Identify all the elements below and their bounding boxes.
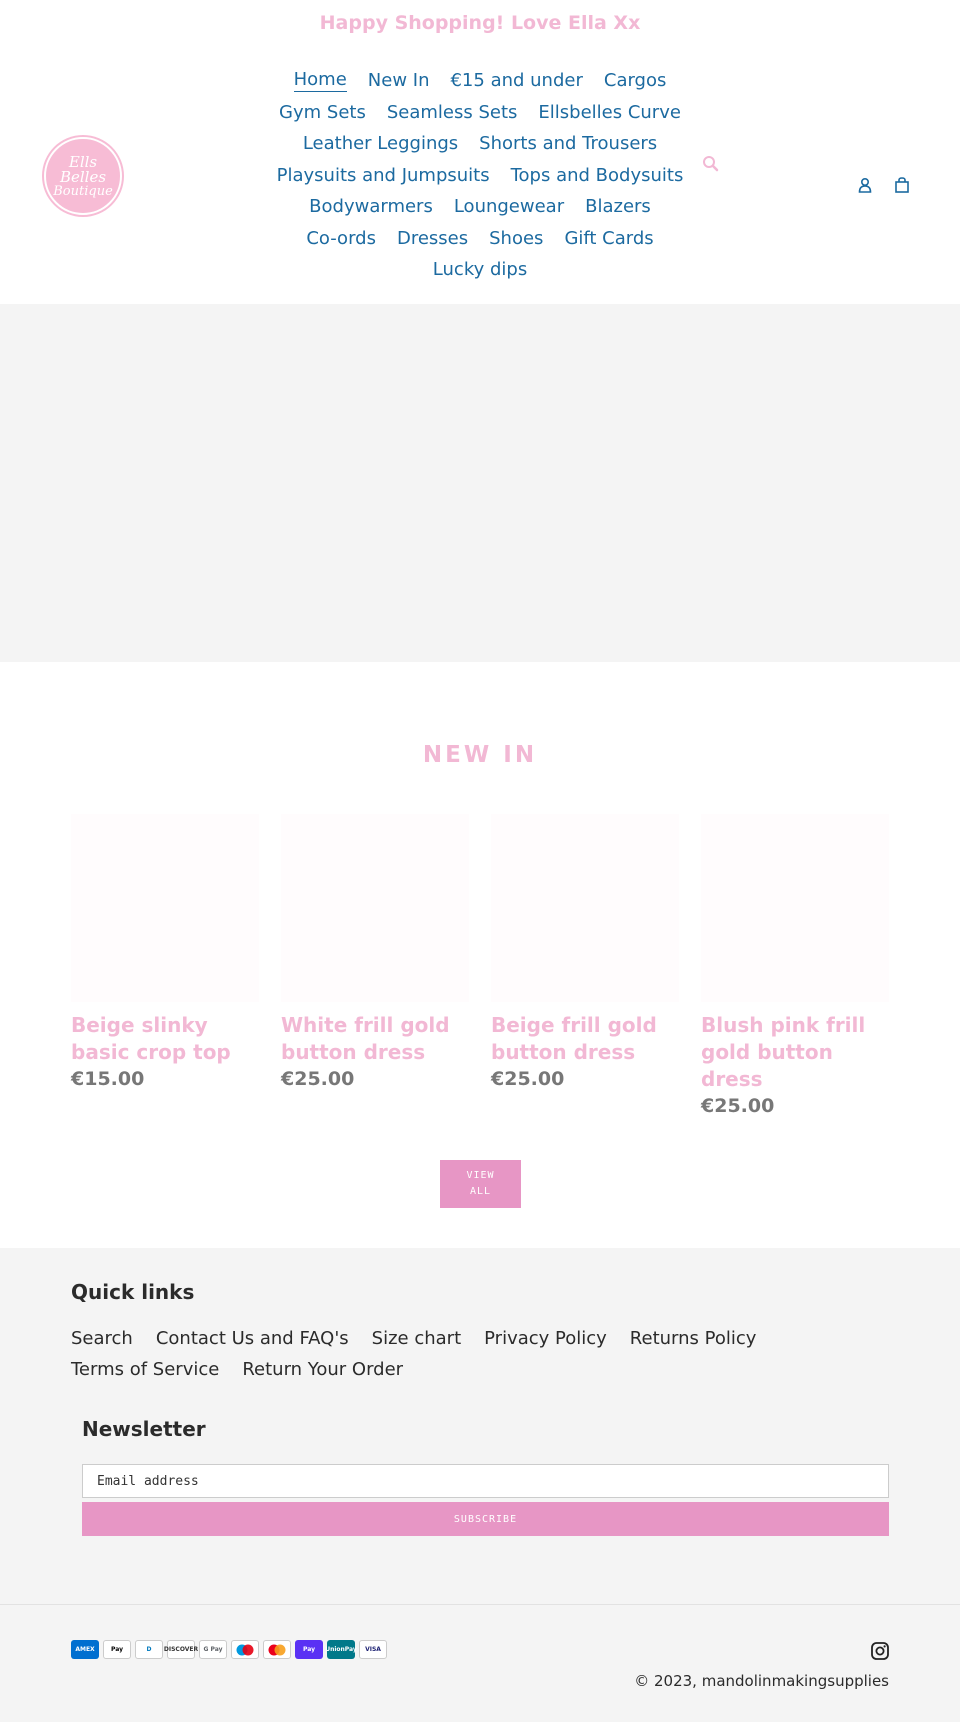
logo-line-2: Belles xyxy=(59,167,107,186)
nav-item-ellsbelles-curve[interactable]: Ellsbelles Curve xyxy=(538,102,681,123)
search-icon[interactable] xyxy=(700,153,722,175)
payment-label: VISA xyxy=(365,1646,381,1653)
footer-link-privacy-policy[interactable]: Privacy Policy xyxy=(484,1328,607,1349)
payment-label: G Pay xyxy=(203,1646,223,1653)
nav-item-playsuits-and-jumpsuits[interactable]: Playsuits and Jumpsuits xyxy=(277,165,490,186)
google-pay-icon: G Pay xyxy=(199,1640,227,1659)
product-price: €15.00 xyxy=(71,1068,145,1090)
nav-item-lucky-dips[interactable]: Lucky dips xyxy=(433,259,527,280)
payment-label: Pay xyxy=(110,1646,123,1653)
nav-row: Gym Sets Seamless Sets Ellsbelles Curve xyxy=(250,97,710,129)
unionpay-icon: UnionPay xyxy=(325,1640,357,1659)
product-price: €25.00 xyxy=(281,1068,355,1090)
discover-icon: DISCOVER xyxy=(163,1640,199,1659)
view-all-button[interactable]: VIEW ALL xyxy=(440,1160,521,1208)
main-navigation: Home New In €15 and under Cargos Gym Sets Sea… xyxy=(250,65,710,286)
view-all-line-2: ALL xyxy=(469,1186,492,1197)
site-footer: Quick links Search Contact Us and FAQ's Si… xyxy=(0,1248,960,1722)
cart-icon[interactable] xyxy=(892,175,912,195)
quick-links-title: Quick links xyxy=(71,1280,195,1304)
nav-item-cargos[interactable]: Cargos xyxy=(604,70,667,91)
footer-divider xyxy=(0,1604,960,1605)
shop-pay-icon: Pay xyxy=(295,1640,323,1659)
nav-row: Lucky dips xyxy=(250,254,710,286)
product-image[interactable] xyxy=(281,814,469,1002)
nav-item-shoes[interactable]: Shoes xyxy=(489,228,543,249)
nav-item-15-and-under[interactable]: €15 and under xyxy=(450,70,582,91)
store-logo[interactable]: Ells Belles Boutique xyxy=(44,137,122,215)
subscribe-button[interactable]: SUBSCRIBE xyxy=(82,1502,889,1536)
footer-link-contact-us-and-faq-s[interactable]: Contact Us and FAQ's xyxy=(156,1328,349,1349)
payment-label: D xyxy=(146,1646,152,1653)
hero-banner xyxy=(0,304,960,662)
visa-icon: VISA xyxy=(359,1640,387,1659)
user-icon[interactable] xyxy=(855,175,875,195)
instagram-icon[interactable] xyxy=(870,1641,890,1661)
nav-item-leather-leggings[interactable]: Leather Leggings xyxy=(303,133,458,154)
site-header: Ells Belles Boutique Home New In €15 and u… xyxy=(0,45,960,304)
amex-icon: AMEX xyxy=(71,1640,99,1659)
nav-item-dresses[interactable]: Dresses xyxy=(397,228,468,249)
apple-pay-icon: Pay xyxy=(103,1640,131,1659)
quick-links-row: Terms of Service Return Your Order xyxy=(71,1354,771,1385)
mastercard-icon xyxy=(263,1640,291,1659)
product-image[interactable] xyxy=(491,814,679,1002)
product-title[interactable]: Beige slinky basic crop top xyxy=(71,1012,259,1066)
email-field[interactable] xyxy=(82,1464,889,1498)
product-price: €25.00 xyxy=(701,1095,775,1117)
nav-row: Leather Leggings Shorts and Trousers xyxy=(250,128,710,160)
product-title[interactable]: White frill gold button dress xyxy=(281,1012,469,1066)
footer-link-search[interactable]: Search xyxy=(71,1328,133,1349)
newsletter-title: Newsletter xyxy=(82,1417,206,1441)
nav-item-home[interactable]: Home xyxy=(293,69,347,93)
maestro-icon xyxy=(231,1640,259,1659)
nav-item-gift-cards[interactable]: Gift Cards xyxy=(564,228,653,249)
product-price: €25.00 xyxy=(491,1068,565,1090)
product-image[interactable] xyxy=(71,814,259,1002)
nav-row: Bodywarmers Loungewear Blazers xyxy=(250,191,710,223)
copyright-text: © 2023, mandolinmakingsupplies xyxy=(634,1672,889,1690)
nav-item-seamless-sets[interactable]: Seamless Sets xyxy=(387,102,518,123)
product-grid: Beige slinky basic crop top €15.00 White f… xyxy=(71,814,889,1120)
footer-link-terms-of-service[interactable]: Terms of Service xyxy=(71,1359,219,1380)
nav-item-tops-and-bodysuits[interactable]: Tops and Bodysuits xyxy=(511,165,684,186)
section-title: NEW IN xyxy=(422,742,538,768)
quick-links: Search Contact Us and FAQ's Size chart Priv… xyxy=(71,1323,771,1385)
product-card[interactable]: Beige slinky basic crop top €15.00 xyxy=(71,814,259,1120)
product-title[interactable]: Beige frill gold button dress xyxy=(491,1012,679,1066)
nav-row: Playsuits and Jumpsuits Tops and Bodysuit… xyxy=(250,160,710,192)
product-image[interactable] xyxy=(701,814,889,1002)
payment-icons: AMEX Pay D DISCOVER G Pay Pay UnionPay VISA xyxy=(71,1640,387,1659)
nav-row: Co-ords Dresses Shoes Gift Cards xyxy=(250,223,710,255)
product-card[interactable]: White frill gold button dress €25.00 xyxy=(281,814,469,1120)
nav-item-loungewear[interactable]: Loungewear xyxy=(454,196,564,217)
footer-link-returns-policy[interactable]: Returns Policy xyxy=(630,1328,757,1349)
quick-links-row: Search Contact Us and FAQ's Size chart Priv… xyxy=(71,1323,771,1354)
nav-item-shorts-and-trousers[interactable]: Shorts and Trousers xyxy=(479,133,657,154)
nav-item-co-ords[interactable]: Co-ords xyxy=(306,228,376,249)
featured-collection: NEW IN Beige slinky basic crop top €15.00… xyxy=(0,662,960,1248)
nav-item-blazers[interactable]: Blazers xyxy=(585,196,651,217)
payment-label: DISCOVER xyxy=(163,1646,199,1653)
product-card[interactable]: Beige frill gold button dress €25.00 xyxy=(491,814,679,1120)
product-card[interactable]: Blush pink frill gold button dress €25.00 xyxy=(701,814,889,1120)
diners-club-icon: D xyxy=(135,1640,163,1659)
nav-item-new-in[interactable]: New In xyxy=(368,70,430,91)
announcement-bar: Happy Shopping! Love Ella Xx xyxy=(0,0,960,45)
nav-item-bodywarmers[interactable]: Bodywarmers xyxy=(309,196,433,217)
payment-label: UnionPay xyxy=(325,1646,357,1653)
footer-link-return-your-order[interactable]: Return Your Order xyxy=(242,1359,403,1380)
logo-line-3: Boutique xyxy=(53,183,113,199)
nav-row: Home New In €15 and under Cargos xyxy=(250,65,710,97)
product-title[interactable]: Blush pink frill gold button dress xyxy=(701,1012,889,1093)
view-all-line-1: VIEW xyxy=(466,1170,495,1181)
payment-label: Pay xyxy=(302,1646,315,1653)
announcement-text: Happy Shopping! Love Ella Xx xyxy=(319,11,641,34)
footer-link-size-chart[interactable]: Size chart xyxy=(372,1328,461,1349)
nav-item-gym-sets[interactable]: Gym Sets xyxy=(279,102,366,123)
payment-label: AMEX xyxy=(75,1646,95,1653)
